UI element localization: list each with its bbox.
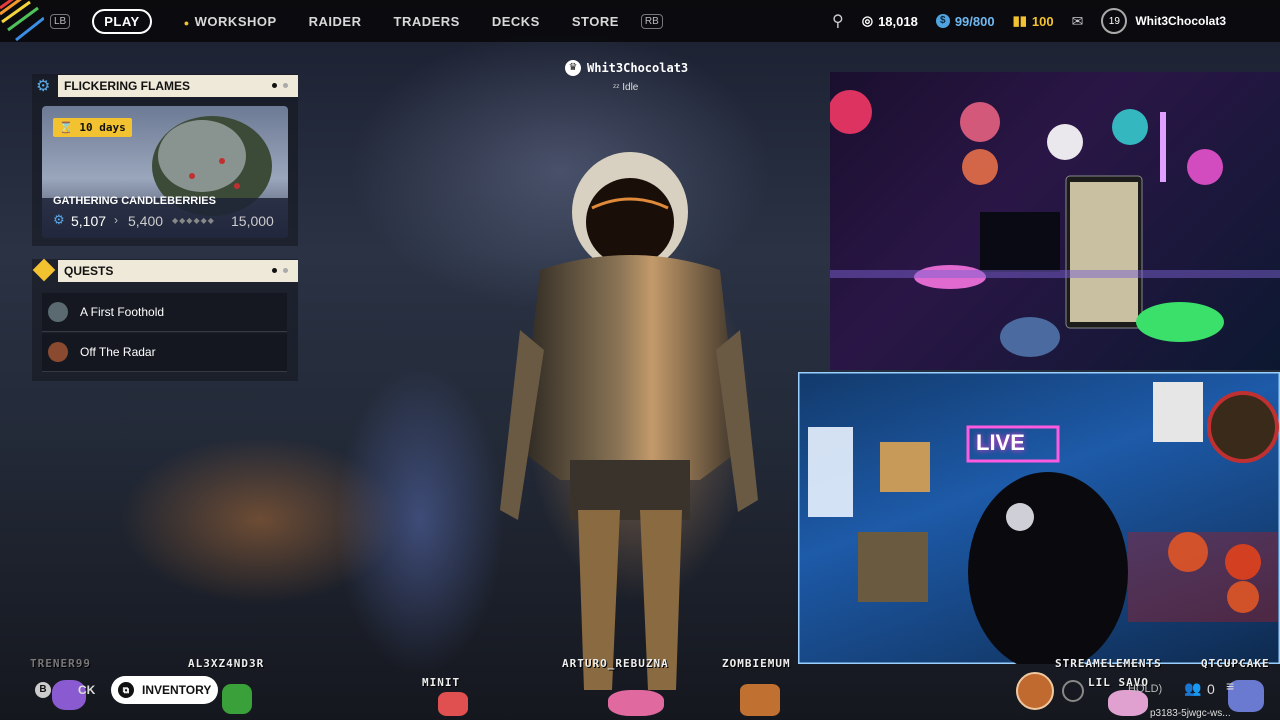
level-badge: 19: [1101, 8, 1128, 34]
progress-chevron-icon: ›: [114, 213, 118, 227]
token-icon: $: [935, 14, 950, 28]
bars-icon: ▮▮: [1012, 13, 1027, 28]
quest-avatar-icon: [48, 342, 68, 362]
chat-name-label: ARTURO_REBUZNA: [562, 657, 669, 670]
player-nameplate: ♛ Whit3Chocolat3: [565, 60, 688, 76]
streamer-avatar: [1016, 672, 1054, 710]
live-neon-sign: LIVE: [976, 430, 1025, 455]
quest-avatar-icon: [48, 302, 68, 322]
quests-pagination-dots: [272, 268, 288, 273]
nav-play[interactable]: PLAY: [92, 8, 152, 34]
event-progress-next: 5,400: [128, 213, 164, 229]
event-progress-current: 5,107: [71, 213, 107, 229]
back-label[interactable]: CK: [78, 683, 95, 697]
hold-label: HOLD): [1128, 683, 1163, 695]
chat-name-label: ZOMBIEMUM: [722, 657, 791, 670]
event-progress-max: 15,000: [231, 213, 274, 229]
tokens-value: 99/800: [954, 13, 995, 29]
bottom-action-bar: B CK ⧉ INVENTORY HOLD) 👥 0 ≡ p3183-5jwgc…: [0, 670, 1280, 720]
b-button-icon: B: [35, 682, 51, 698]
nav-workshop[interactable]: ● WORKSHOP: [184, 14, 277, 29]
top-navigation-bar: LB PLAY ● WORKSHOP RAIDER TRADERS DECKS S…: [0, 0, 1280, 42]
hold-button-icon: [1062, 680, 1084, 702]
quest-label: A First Foothold: [80, 305, 165, 319]
rainbow-stripes-logo: [0, 0, 44, 42]
chat-name-label: STREAMELEMENTS: [1055, 657, 1162, 670]
lb-button-hint: LB: [50, 13, 71, 29]
nav-store[interactable]: STORE: [572, 14, 619, 29]
chat-name-label: QTCUPCAKE: [1201, 657, 1270, 670]
event-card[interactable]: ⌛ 10 days GATHERING CANDLEBERRIES ⚙ 5,10…: [42, 106, 288, 238]
inventory-key-icon: ⧉: [118, 682, 134, 698]
progress-dots: ◆◆◆◆◆◆: [172, 216, 215, 225]
streamer-room-image: [798, 372, 1280, 664]
event-progress-icon: ⚙: [53, 212, 65, 227]
crown-icon: ♛: [565, 60, 581, 76]
webcam-streamer-feed: LIVE: [798, 372, 1280, 664]
event-timer-text: 10 days: [79, 121, 126, 134]
coin-icon: ◎: [861, 13, 874, 28]
currency-coins: ◎ 18,018: [862, 13, 918, 29]
nav-traders[interactable]: TRADERS: [394, 14, 460, 29]
event-gear-icon: ⚙: [36, 78, 51, 95]
event-title: FLICKERING FLAMES: [64, 79, 190, 93]
coins-value: 18,018: [878, 13, 918, 29]
player-status: ᶻᶻ Idle: [613, 82, 638, 93]
inventory-label: INVENTORY: [142, 683, 212, 697]
currency-tokens: $99/800: [935, 13, 995, 29]
event-name: GATHERING CANDLEBERRIES: [53, 195, 216, 207]
hourglass-icon: ⌛: [59, 121, 73, 134]
pagination-dots: [272, 83, 288, 88]
quest-item[interactable]: Off The Radar: [42, 333, 287, 372]
stream-code: p3183-5jwgc-ws...: [1150, 708, 1231, 719]
quest-label: Off The Radar: [80, 345, 156, 359]
party-count: 0: [1207, 681, 1215, 697]
webcam-setup-feed: [830, 72, 1280, 370]
currency-bars: ▮▮ 100: [1013, 13, 1054, 29]
sleep-icon: ᶻᶻ: [613, 82, 620, 92]
character-model: [500, 152, 758, 690]
nav-decks[interactable]: DECKS: [492, 14, 540, 29]
player-status-text: Idle: [622, 82, 639, 93]
player-name: Whit3Chocolat3: [587, 61, 689, 75]
gift-icon[interactable]: ⚲: [832, 11, 844, 31]
nav-raider[interactable]: RAIDER: [309, 14, 362, 29]
rb-button-hint: RB: [640, 13, 663, 29]
chat-name-label: TRENER99: [30, 657, 91, 670]
profile-username[interactable]: Whit3Chocolat3: [1135, 14, 1226, 28]
quests-title: QUESTS: [64, 264, 114, 278]
event-header[interactable]: FLICKERING FLAMES: [58, 75, 298, 97]
party-icon: 👥: [1184, 680, 1202, 696]
event-timer-badge: ⌛ 10 days: [53, 118, 132, 137]
quest-item[interactable]: A First Foothold: [42, 293, 287, 332]
mail-icon[interactable]: ✉: [1072, 13, 1084, 30]
inventory-button[interactable]: ⧉ INVENTORY: [111, 676, 218, 704]
nav-workshop-label: WORKSHOP: [194, 13, 277, 29]
quests-header[interactable]: QUESTS: [58, 260, 298, 282]
workshop-dot-icon: ●: [183, 17, 190, 28]
pc-setup-image: [830, 90, 1280, 357]
bars-value: 100: [1031, 13, 1054, 29]
menu-icon[interactable]: ≡: [1226, 678, 1234, 694]
chat-name-label: AL3XZ4ND3R: [188, 657, 265, 670]
